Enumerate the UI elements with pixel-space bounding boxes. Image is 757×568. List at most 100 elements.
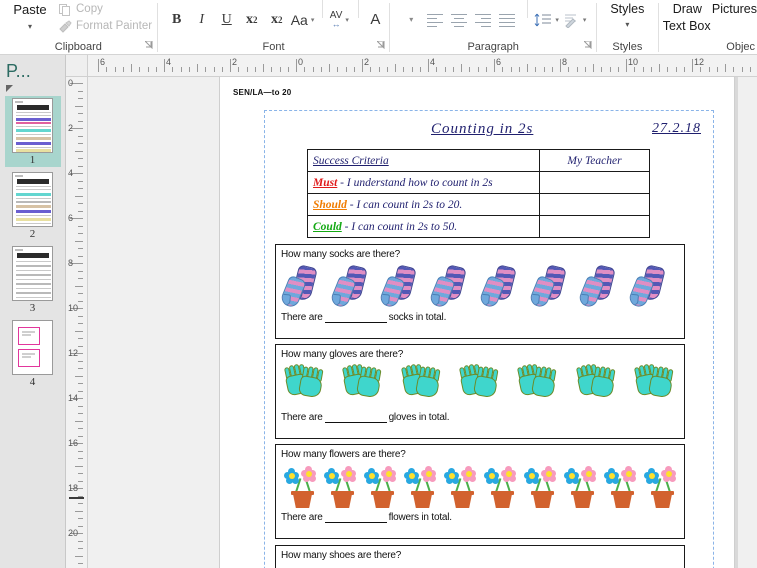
format-painter-button[interactable]: Format Painter [56, 18, 152, 35]
ruler-label: 6 [496, 57, 502, 67]
draw-button[interactable]: Draw [673, 1, 702, 17]
question-text-socks: How many socks are there? [281, 249, 400, 260]
paste-button[interactable]: Paste ▾ [4, 1, 56, 32]
ruler-label: 0 [298, 57, 304, 67]
copy-button[interactable]: Copy [56, 1, 152, 18]
content-placeholder-frame[interactable]: Counting in 2s 27.2.18 Success Criteria … [264, 110, 714, 568]
shading-caret-icon[interactable]: ▾ [583, 16, 587, 24]
ruler-tick-minor [78, 135, 83, 137]
subscript-button[interactable]: x2 [241, 9, 263, 31]
ruler-tick-minor [518, 67, 520, 72]
teacher-cell-could[interactable] [539, 215, 650, 238]
document-canvas[interactable]: SEN/LA—to 20 Counting in 2s 27.2.18 Succ… [88, 77, 757, 568]
answer-prefix-gloves: There are [281, 412, 323, 423]
paragraph-dialog-launcher[interactable] [582, 38, 592, 54]
question-box-socks[interactable]: How many socks are there? There are socks… [275, 244, 685, 339]
justify-button[interactable] [497, 12, 517, 28]
clipboard-commands: Copy Format Painter [56, 1, 152, 35]
flower-pot-icon [562, 464, 602, 508]
presentation-title: P... [6, 61, 31, 81]
clipboard-dialog-launcher[interactable] [143, 38, 153, 54]
text-box-button[interactable]: Text Box [663, 19, 711, 33]
change-case-button[interactable]: Aa ▾ [291, 9, 315, 31]
ruler-tick [164, 59, 165, 72]
styles-button[interactable]: Styles ▾ [610, 1, 644, 29]
slide-thumbnail-panel[interactable]: P... 1 2 3 4 [0, 55, 66, 568]
ruler-tick-minor [254, 67, 256, 72]
ruler-tick-minor [78, 203, 83, 204]
italic-button[interactable]: I [191, 9, 213, 31]
criteria-keyword-could: Could [313, 220, 342, 233]
ruler-tick-minor [477, 67, 479, 72]
ruler-tick-minor [370, 67, 372, 72]
vertical-ruler[interactable]: 0 2 4 6 8 10 12 14 16 18 20 [66, 77, 88, 568]
ribbon-toolbar: Paste ▾ Copy Format Painter Clipboard B … [0, 0, 757, 55]
paste-dropdown-caret-icon[interactable]: ▾ [28, 22, 32, 32]
collapse-panel-icon[interactable] [6, 85, 13, 92]
ruler-tick-minor [345, 67, 347, 72]
shading-button[interactable]: ▾ [562, 9, 587, 31]
ruler-corner[interactable] [66, 55, 88, 77]
character-spacing-caret-icon[interactable]: ▾ [345, 16, 349, 24]
ribbon-separator-inner [322, 0, 324, 18]
pictures-button[interactable]: Pictures [712, 1, 757, 17]
ruler-tick-minor [263, 64, 264, 72]
bold-button[interactable]: B [166, 9, 188, 31]
flower-pot-icon [322, 464, 362, 508]
criteria-text-should: - I can count in 2s to 20. [346, 198, 463, 211]
page-title: Counting in 2s [431, 121, 534, 137]
paste-button-label: Paste [13, 2, 47, 17]
ruler-tick-minor [568, 67, 570, 72]
line-spacing-button[interactable]: ▾ [534, 9, 559, 31]
answer-blank-socks[interactable] [324, 313, 387, 323]
ruler-tick-minor [535, 67, 537, 72]
line-spacing-icon [534, 13, 552, 26]
ruler-tick-minor [78, 225, 83, 227]
ruler-tick-minor [353, 67, 355, 72]
change-case-caret-icon[interactable]: ▾ [311, 16, 315, 24]
question-box-flowers[interactable]: How many flowers are there? There are flo… [275, 444, 685, 539]
ruler-tick-minor [114, 67, 116, 72]
answer-blank-gloves[interactable] [324, 413, 387, 423]
styles-dropdown-caret-icon[interactable]: ▾ [625, 20, 629, 29]
sock-pair-icon [378, 264, 429, 310]
slide-thumbnail-2[interactable]: 2 [5, 170, 61, 241]
underline-button[interactable]: U [216, 9, 238, 31]
ruler-label: 16 [68, 438, 79, 448]
ruler-tick-minor [320, 67, 322, 72]
ruler-tick-minor [78, 98, 83, 99]
ruler-tick-minor [551, 67, 553, 72]
teacher-cell-must[interactable] [539, 171, 650, 194]
horizontal-ruler[interactable]: 6420246810121416182022 [88, 55, 757, 77]
slide-thumbnail-1[interactable]: 1 [4, 96, 61, 167]
ruler-tick-minor [329, 64, 330, 72]
page-edge-shadow [735, 77, 738, 568]
ruler-tick-minor [155, 67, 157, 72]
align-center-button[interactable] [449, 12, 469, 28]
font-dialog-launcher[interactable] [376, 38, 385, 54]
teacher-cell-should[interactable] [539, 193, 650, 216]
sock-pair-icon [477, 264, 529, 310]
ruler-tick-minor [78, 315, 83, 317]
slide-thumbnail-3[interactable]: 3 [5, 244, 61, 315]
answer-blank-flowers[interactable] [324, 513, 387, 523]
ruler-margin-marker[interactable] [69, 497, 84, 499]
font-color-button[interactable]: A [364, 9, 386, 31]
align-right-button[interactable] [473, 12, 493, 28]
ruler-tick-minor [172, 67, 174, 72]
criteria-cell-should: Should - I can count in 2s to 20. [307, 193, 540, 216]
ruler-tick-minor [131, 64, 132, 72]
question-box-shoes[interactable]: How many shoes are there? There areshoes… [275, 545, 685, 568]
paragraph-overflow-caret-icon[interactable]: ▾ [400, 9, 422, 31]
question-box-gloves[interactable]: How many gloves are there? There are glov… [275, 344, 685, 439]
superscript-button[interactable]: x2 [266, 9, 288, 31]
character-spacing-button[interactable]: AV ↔ ▾ [328, 9, 350, 31]
ruler-tick-minor [78, 143, 83, 144]
line-spacing-caret-icon[interactable]: ▾ [555, 16, 559, 24]
slide-number-3: 3 [29, 302, 36, 314]
document-page[interactable]: SEN/LA—to 20 Counting in 2s 27.2.18 Succ… [219, 77, 735, 568]
ruler-label: 6 [68, 213, 74, 223]
slide-thumbnail-4[interactable]: 4 [5, 318, 61, 389]
ruler-tick-minor [461, 64, 462, 72]
align-left-button[interactable] [425, 12, 445, 28]
